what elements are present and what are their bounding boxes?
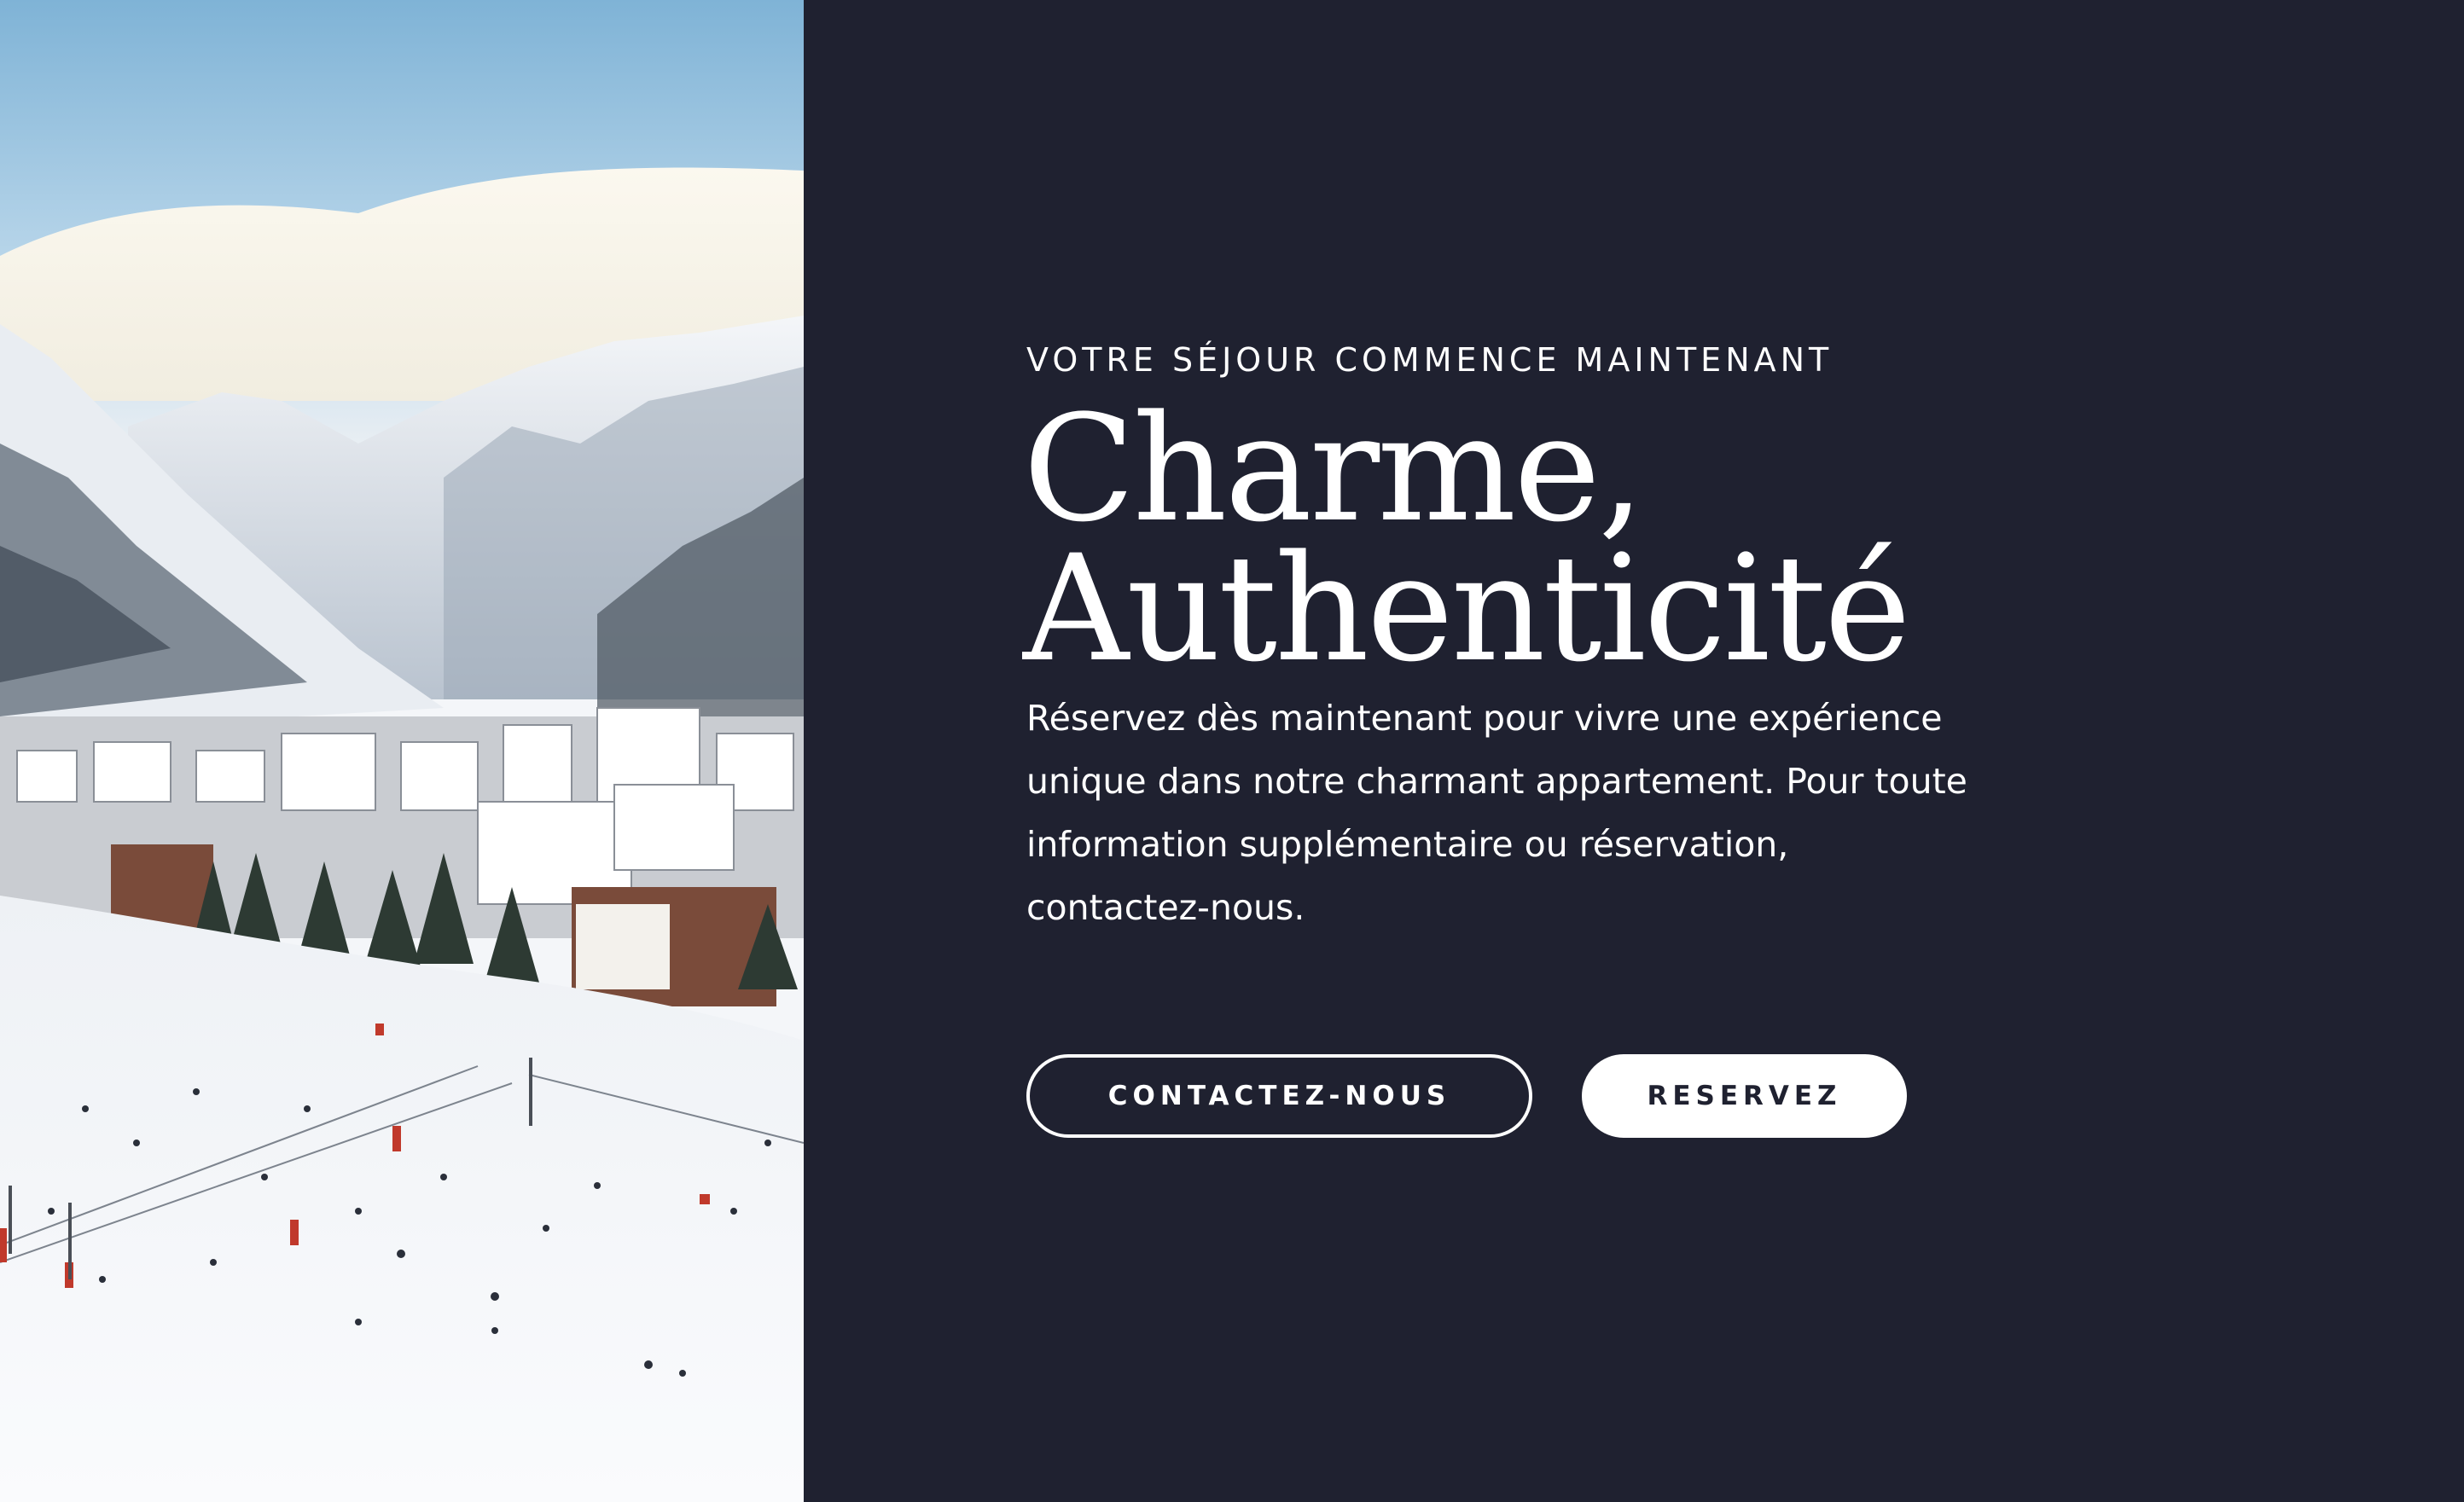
hero-headline: Charme, Authenticité [1023, 383, 1911, 694]
reserve-button[interactable]: RESERVEZ [1582, 1054, 1907, 1138]
hero-description: Réservez dès maintenant pour vivre une e… [1026, 698, 1967, 928]
hero-section: VOTRE SÉJOUR COMMENCE MAINTENANT Charme,… [0, 0, 2464, 1502]
hero-content: VOTRE SÉJOUR COMMENCE MAINTENANT Charme,… [804, 0, 2464, 1502]
contact-button[interactable]: CONTACTEZ-NOUS [1026, 1054, 1532, 1138]
ski-resort-photo [0, 0, 804, 1502]
hero-eyebrow: VOTRE SÉJOUR COMMENCE MAINTENANT [1026, 341, 1833, 379]
headline-line-1: Charme, [1023, 383, 1645, 554]
headline-line-2: Authenticité [1023, 523, 1911, 694]
